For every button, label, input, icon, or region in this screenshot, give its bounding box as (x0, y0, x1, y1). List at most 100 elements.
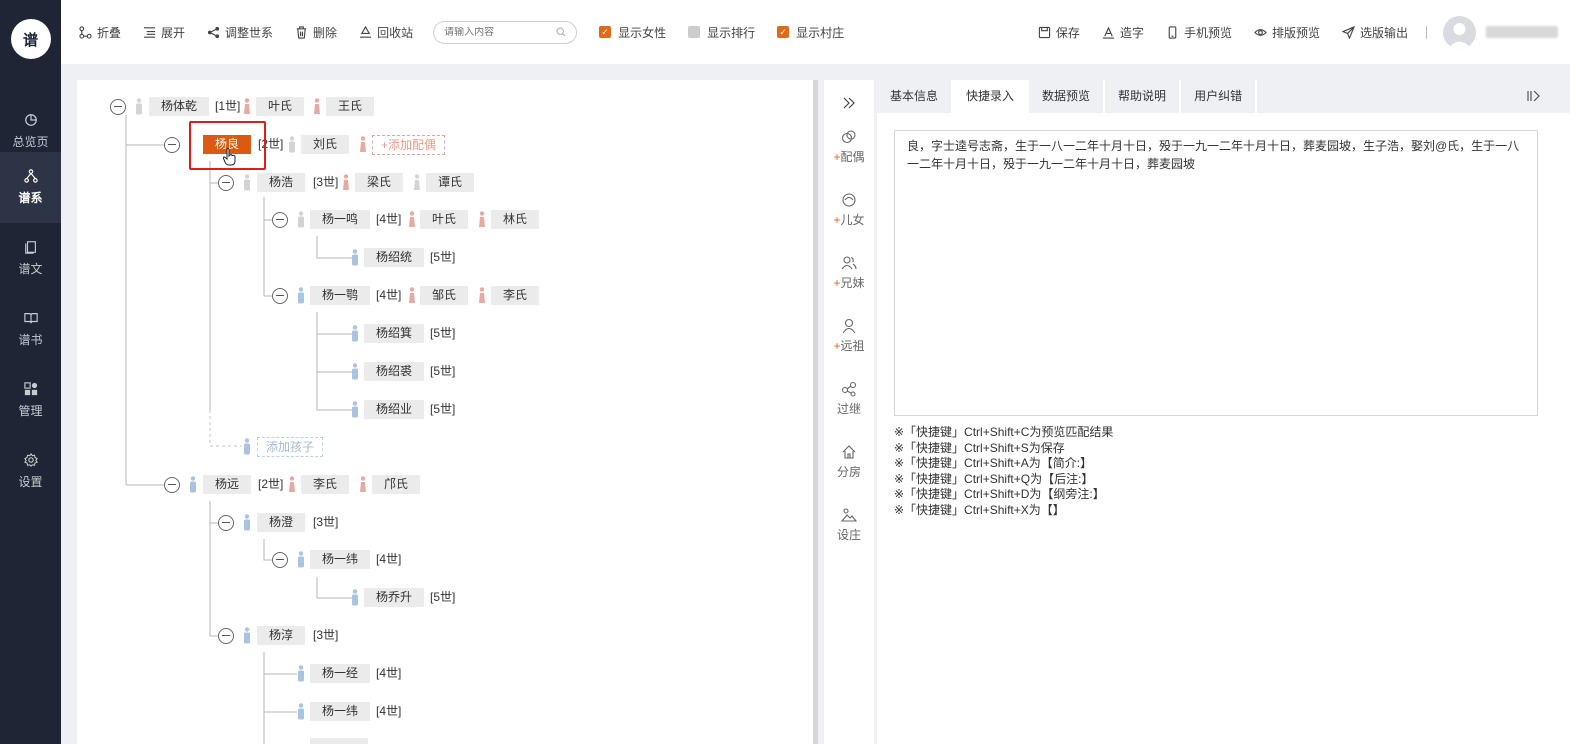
avatar[interactable] (1443, 15, 1476, 49)
tab-help[interactable]: 帮助说明 (1105, 80, 1182, 113)
action-label: 儿女 (840, 213, 865, 227)
spouse-node[interactable]: 刘氏 (301, 135, 350, 154)
tab-data-preview[interactable]: 数据预览 (1029, 80, 1106, 113)
collapse-toggle[interactable] (164, 477, 180, 493)
siblings-icon (841, 256, 857, 270)
show-village-label: 显示村庄 (796, 25, 845, 40)
add-children-action[interactable]: +儿女 (824, 192, 874, 228)
shortcut-hint: ※「快捷键」Ctrl+Shift+A为【简介:】 (894, 456, 1093, 471)
spouse-node[interactable]: 谭氏 (426, 173, 475, 192)
person-node-yangyijing[interactable]: 杨一经 (310, 664, 371, 683)
show-female-checkbox[interactable]: ✓ 显示女性 (599, 24, 666, 41)
spouse-node[interactable]: 梁氏 (355, 173, 404, 192)
add-child-button[interactable]: 添加孩子 (257, 437, 324, 457)
export-button[interactable]: 选版输出 (1334, 0, 1416, 64)
person-node-yangcheng[interactable]: 杨澄 (257, 513, 306, 532)
collapse-toggle[interactable] (218, 175, 234, 191)
add-spouse-button[interactable]: +添加配偶 (372, 135, 446, 155)
shortcut-hints: ※「快捷键」Ctrl+Shift+C为预览匹配结果 ※「快捷键」Ctrl+Shi… (894, 425, 1113, 519)
person-node-yanghao[interactable]: 杨浩 (257, 173, 306, 192)
person-node-yangtiqian[interactable]: 杨体乾 (149, 97, 210, 116)
collapse-panel-icon[interactable] (1526, 89, 1540, 103)
double-chevron-right-icon[interactable] (842, 97, 856, 109)
expand-label: 展开 (161, 25, 186, 40)
person-node-yangyiwei[interactable]: 杨一纬 (310, 550, 371, 569)
collapse-toggle[interactable] (272, 552, 288, 568)
checkbox-checked-icon: ✓ (599, 26, 612, 38)
nav-item-book[interactable]: 谱书 (0, 294, 61, 365)
add-siblings-action[interactable]: +兄妹 (824, 255, 874, 291)
collapse-toggle[interactable] (218, 628, 234, 644)
tab-user-correction[interactable]: 用户纠错 (1181, 80, 1258, 113)
collapse-toggle[interactable] (272, 288, 288, 304)
search-icon[interactable] (556, 27, 566, 37)
shortcut-hint: ※「快捷键」Ctrl+Shift+D为【纲旁注:】 (894, 487, 1105, 502)
sidebar: 谱 总览页 谱系 谱文 谱书 管理 设置 (0, 0, 61, 744)
adjust-lineage-button[interactable]: 调整世系 (199, 0, 281, 64)
person-node-yangyiming[interactable]: 杨一鸣 (310, 210, 371, 229)
person-node-yangchun[interactable]: 杨淳 (257, 626, 306, 645)
spouse-node[interactable]: 叶氏 (256, 97, 305, 116)
person-node-yangyipeng[interactable]: 杨一鹗 (310, 286, 371, 305)
panel-resize-handle[interactable] (813, 80, 818, 744)
set-village-action[interactable]: 设庄 (824, 507, 874, 543)
spouse-node[interactable]: 林氏 (491, 210, 540, 229)
nav-item-manage[interactable]: 管理 (0, 365, 61, 436)
make-char-label: 造字 (1119, 25, 1144, 40)
person-node-yangshaotong[interactable]: 杨绍统 (364, 248, 425, 267)
collapse-icon (79, 25, 92, 39)
person-node-partial[interactable] (310, 738, 368, 744)
nav-item-settings[interactable]: 设置 (0, 436, 61, 507)
book-icon (23, 313, 38, 324)
collapse-toggle[interactable] (164, 137, 180, 153)
app-logo[interactable]: 谱 (0, 0, 61, 78)
add-ancestor-action[interactable]: +远祖 (824, 318, 874, 354)
male-icon-blue (244, 514, 250, 531)
user-avatar-icon (1448, 22, 1471, 49)
person-node-yangshaoqiu[interactable]: 杨绍裘 (364, 362, 425, 381)
collapse-button[interactable]: 折叠 (71, 0, 129, 64)
person-node-yangqiaosheng[interactable]: 杨乔升 (364, 588, 425, 607)
tab-basic-info[interactable]: 基本信息 (877, 80, 954, 113)
spouse-node[interactable]: 王氏 (326, 97, 375, 116)
nav-label: 管理 (18, 404, 43, 418)
person-node-yangshaoye[interactable]: 杨绍业 (364, 400, 425, 419)
search-box[interactable] (433, 20, 578, 44)
search-input[interactable] (444, 26, 555, 38)
show-village-checkbox[interactable]: ✓ 显示村庄 (777, 24, 844, 41)
add-spouse-action[interactable]: +配偶 (824, 129, 874, 165)
username-redacted (1486, 26, 1558, 38)
save-button[interactable]: 保存 (1030, 0, 1088, 64)
person-node-yangshaoji[interactable]: 杨绍箕 (364, 324, 425, 343)
male-icon-blue (298, 551, 304, 568)
person-node-yangyuan[interactable]: 杨远 (203, 475, 252, 494)
generation-label: [5世] (430, 364, 456, 378)
toolbar: 折叠 展开 调整世系 删除 回收站 ✓ 显示女性 显示排行 ✓ 显示村庄 保存 (61, 0, 1570, 64)
collapse-toggle[interactable] (218, 515, 234, 531)
generation-label: [3世] (313, 515, 339, 529)
spouse-node[interactable]: 李氏 (301, 475, 350, 494)
collapse-toggle[interactable] (110, 99, 126, 115)
mobile-preview-button[interactable]: 手机预览 (1158, 0, 1240, 64)
branch-house-action[interactable]: 分房 (824, 444, 874, 480)
female-icon (479, 211, 485, 227)
layout-preview-button[interactable]: 排版预览 (1246, 0, 1328, 64)
collapse-toggle[interactable] (272, 212, 288, 228)
delete-button[interactable]: 删除 (287, 0, 345, 64)
person-node-yangyiwei-2[interactable]: 杨一纬 (310, 702, 371, 721)
spouse-node[interactable]: 邝氏 (372, 475, 421, 494)
spouse-node[interactable]: 李氏 (491, 286, 540, 305)
make-char-button[interactable]: 造字 (1094, 0, 1152, 64)
expand-button[interactable]: 展开 (135, 0, 193, 64)
spouse-node[interactable]: 邹氏 (420, 286, 469, 305)
nav-item-lineage[interactable]: 谱系 (0, 152, 61, 223)
quick-entry-textarea[interactable]: 良，字士逵号志斋，生于一八一二年十月十日，殁于一九一二年十月十日，葬麦园坡，生子… (894, 130, 1538, 416)
tree-icon (23, 169, 38, 183)
font-icon (1102, 25, 1115, 39)
show-rank-checkbox[interactable]: 显示排行 (688, 24, 755, 41)
nav-item-text[interactable]: 谱文 (0, 223, 61, 294)
adopt-action[interactable]: 过继 (824, 381, 874, 417)
recycle-bin-button[interactable]: 回收站 (351, 0, 421, 64)
tab-quick-entry[interactable]: 快捷录入 (953, 80, 1030, 113)
spouse-node[interactable]: 叶氏 (420, 210, 469, 229)
